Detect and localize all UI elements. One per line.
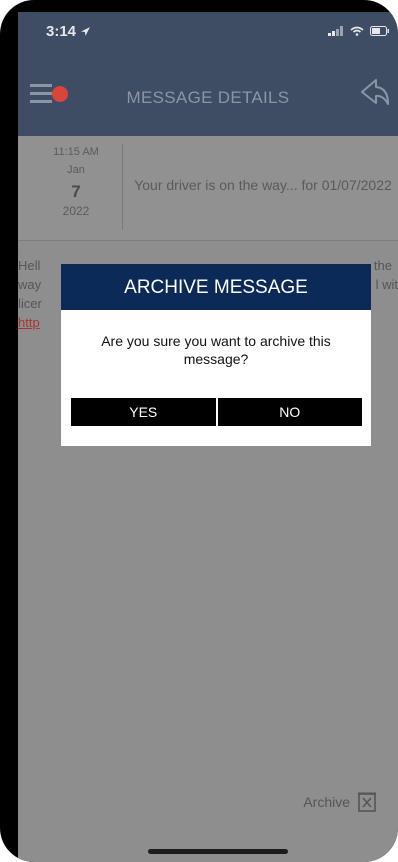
message-day: 7 <box>71 182 81 201</box>
battery-icon <box>370 26 389 36</box>
status-bar: 3:14 <box>18 12 398 56</box>
message-date: 11:15 AM Jan 7 2022 <box>30 144 123 230</box>
signal-icon <box>328 26 343 36</box>
back-button[interactable] <box>358 76 392 110</box>
body-link[interactable]: http <box>18 313 40 332</box>
message-subject: Your driver is on the way... for 01/07/2… <box>134 177 392 193</box>
home-indicator[interactable] <box>148 849 288 854</box>
reply-arrow-icon <box>361 79 389 105</box>
status-icons <box>328 26 390 36</box>
archive-dialog: ARCHIVE MESSAGE Are you sure you want to… <box>61 264 371 446</box>
body-line-2-right: l wit <box>375 277 398 292</box>
page-title: MESSAGE DETAILS <box>126 88 290 107</box>
phone-frame: 3:14 MESSAGE DETAILS 11:15 AM Jan 7 2022… <box>0 0 398 862</box>
trash-icon <box>358 792 376 812</box>
archive-label: Archive <box>303 794 350 810</box>
message-time: 11:15 AM <box>53 146 99 158</box>
message-year: 2022 <box>62 204 90 218</box>
message-month: Jan <box>67 164 85 176</box>
no-button[interactable]: NO <box>215 398 362 426</box>
wifi-icon <box>350 26 364 36</box>
dialog-message: Are you sure you want to archive this me… <box>101 333 331 367</box>
dialog-buttons: YES NO <box>71 398 362 426</box>
app-header: MESSAGE DETAILS <box>18 56 398 136</box>
body-line-2: way <box>18 277 42 292</box>
message-summary: 11:15 AM Jan 7 2022 Your driver is on th… <box>18 136 398 241</box>
status-time: 3:14 <box>46 23 91 40</box>
location-arrow-icon <box>81 27 91 36</box>
body-line-3: licer <box>18 296 42 311</box>
archive-button[interactable]: Archive <box>303 792 376 812</box>
body-line-1-right: the <box>373 258 392 273</box>
app-screen: 3:14 MESSAGE DETAILS 11:15 AM Jan 7 2022… <box>18 12 398 862</box>
dialog-title: ARCHIVE MESSAGE <box>61 264 371 310</box>
yes-button[interactable]: YES <box>71 398 216 426</box>
body-line-1: Hell <box>18 258 41 273</box>
